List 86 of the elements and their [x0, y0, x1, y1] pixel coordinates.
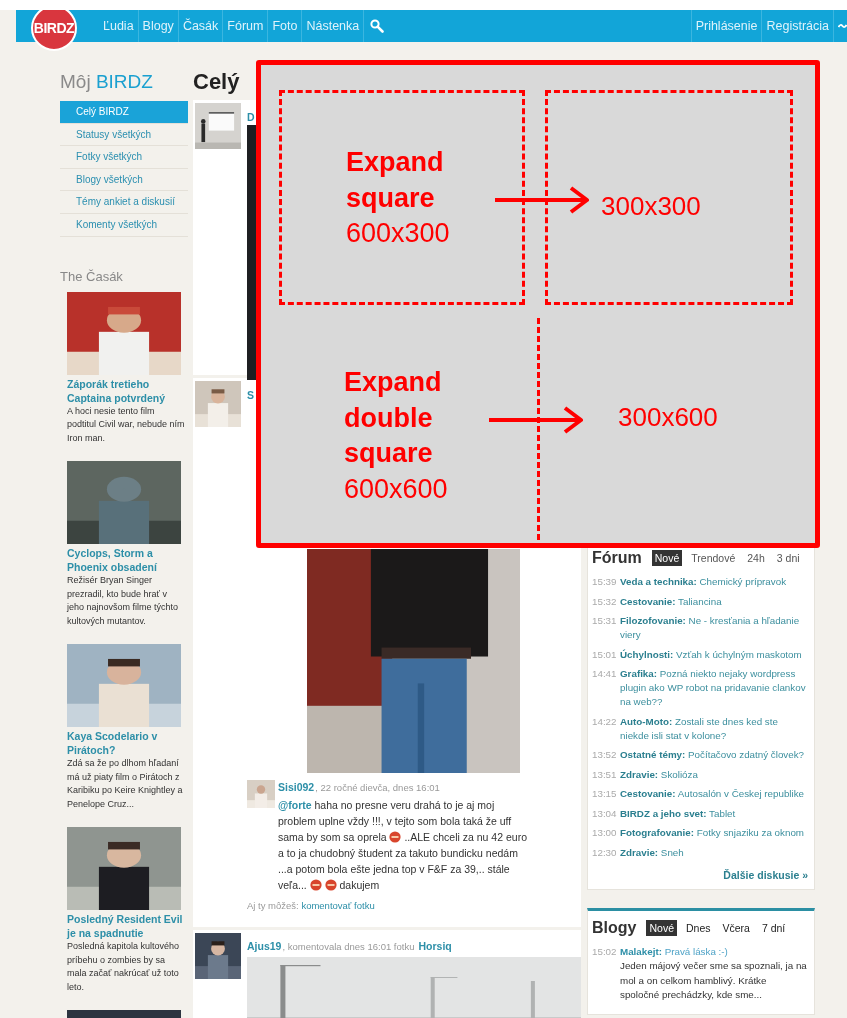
account-link[interactable]: Prihlásenie — [690, 10, 763, 42]
forum-topic-link[interactable]: Veda a technika: Chemický prípravok — [620, 575, 787, 589]
nav-link[interactable]: Fórum — [223, 10, 269, 42]
article-title[interactable]: Posledný Resident Evil je na spadnutie — [67, 912, 185, 941]
author-link[interactable]: D — [247, 110, 255, 124]
filter-tab[interactable]: Dnes — [682, 920, 714, 936]
author-link[interactable]: S — [247, 388, 254, 402]
filter-tab[interactable]: Nové — [651, 550, 683, 566]
annotation-text: Expand double square 600x600 — [344, 366, 449, 506]
annotation-text: Expand square 600x300 — [346, 146, 451, 250]
annotation-label: 300x600 — [618, 402, 718, 432]
mention-link[interactable]: @forte — [278, 799, 312, 811]
article-summary: Posledná kapitola kultového príbehu o zombies by sa mala začať nakrúcať už toto leto. — [67, 940, 181, 994]
filter-tab[interactable]: 7 dní — [758, 920, 789, 936]
forum-topic-link[interactable]: Zdravie: Skolióza — [620, 767, 698, 782]
emoji-icon — [389, 831, 402, 843]
panel-title: Blogy — [592, 919, 637, 937]
filter-tab[interactable]: Včera — [719, 920, 753, 936]
account-link[interactable]: Registrácia — [762, 10, 834, 42]
forum-topic-link[interactable]: Auto-Moto: Zostali ste dnes ked ste niekde isli stat v kolone? — [620, 714, 808, 743]
time-label: 15:32 — [592, 594, 616, 609]
time-label: 15:39 — [592, 575, 616, 589]
filter-tab[interactable]: 24h — [744, 550, 768, 566]
forum-topic-link[interactable]: BIRDZ a jeho svet: Tablet — [620, 806, 736, 821]
article-summary: Zdá sa že po dlhom hľadaní má už piaty film o Pirátoch z Karibiku po Keire Knightley a Penelope Cruz... — [67, 757, 184, 811]
forum-topic-link[interactable]: Filozofovanie: Ne - kresťania a hľadanie viery — [620, 614, 808, 642]
emoji-icon — [309, 879, 322, 891]
forum-topic-link[interactable]: Cestovanie: Autosalón v Českej republike — [620, 787, 805, 801]
filter-tab[interactable]: Trendové — [688, 550, 739, 566]
forum-topic-link[interactable]: Cestovanie: Taliancina — [620, 594, 722, 609]
sidebar-item[interactable]: Celý BIRDZ — [60, 101, 188, 124]
author-link[interactable]: Ajus19 — [247, 939, 282, 953]
activity-meta: , komentovala dnes 16:01 fotku — [282, 941, 415, 952]
sidebar-item[interactable]: Fotky všetkých — [60, 146, 188, 169]
author-link[interactable]: Sisi092 — [278, 780, 315, 794]
photo-owner-link[interactable]: Horsiq — [418, 939, 452, 953]
forum-topic-link[interactable]: Zdravie: Sneh — [620, 845, 684, 860]
blog-title-link[interactable]: Malakejt: Pravá láska :-) — [620, 946, 728, 957]
forum-topic-link[interactable]: Úchylnosti: Vzťah k úchylným maskotom — [620, 647, 802, 662]
filter-tab[interactable]: Nové — [646, 920, 677, 936]
time-label: 13:15 — [592, 787, 616, 801]
article-title[interactable]: Záporák tretieho Captaina potvrdený — [67, 376, 185, 405]
site-logo[interactable]: BIRDZ — [31, 10, 77, 51]
sidebar-title: Môj BIRDZ — [60, 70, 154, 94]
time-label: 13:52 — [592, 748, 616, 762]
time-label: 13:04 — [592, 806, 616, 821]
comment-meta: , 22 ročné dievča, dnes 16:01 — [315, 782, 440, 793]
arrow-icon — [487, 405, 585, 435]
article-summary: Režisér Bryan Singer prezradil, kto bude hrať v jeho najnovšom filme týchto kultových mutantov. — [67, 574, 180, 628]
prompt-label: Aj ty môžeš: — [247, 900, 299, 911]
time-label: 13:00 — [592, 826, 616, 840]
forum-topic-link[interactable]: Ostatné témy: Počítačovo zdatný človek? — [620, 748, 805, 762]
nav-link[interactable]: Časák — [178, 10, 224, 42]
time-label: 14:22 — [592, 714, 616, 729]
time-label: 15:31 — [592, 614, 616, 628]
sidebar-item[interactable]: Statusy všetkých — [60, 123, 188, 147]
wave-icon[interactable] — [838, 23, 847, 29]
article-title[interactable]: Kaya Scodelario v Pirátoch? — [67, 729, 185, 758]
annotation-label: 300x300 — [601, 191, 701, 221]
filter-tab[interactable]: 3 dni — [773, 550, 803, 566]
time-label: 12:30 — [592, 845, 616, 860]
article-title[interactable]: Cyclops, Storm a Phoenix obsadení — [67, 546, 185, 575]
arrow-icon — [493, 185, 591, 215]
comment-link[interactable]: komentovať fotku — [301, 900, 375, 911]
sidebar-item[interactable]: Blogy všetkých — [60, 168, 188, 192]
nav-link[interactable]: Ľudia — [99, 10, 139, 42]
time-label: 15:02 — [592, 945, 616, 959]
time-label: 15:01 — [592, 647, 616, 662]
emoji-icon — [324, 879, 337, 891]
article-summary: A hoci nesie tento film podtitul Civil war, nebude ním Iron man. — [67, 404, 185, 445]
more-discussions-link[interactable]: Ďalšie diskusie » — [723, 869, 808, 881]
blog-excerpt: Jeden májový večer sme sa spoznali, ja na mol a on celkom hamblivý. Krátke spoločné prechádzky, kde sme... — [620, 959, 808, 1002]
time-label: 13:51 — [592, 767, 616, 782]
sidebar-item[interactable]: Témy ankiet a diskusií — [60, 191, 188, 214]
nav-link[interactable]: Nástenka — [302, 10, 365, 42]
sidebar-item[interactable]: Komenty všetkých — [60, 213, 188, 237]
panel-title: Fórum — [592, 549, 642, 567]
page-title: Celý — [193, 70, 241, 94]
forum-topic-link[interactable]: Grafika: Pozná niekto nejaky wordpress plugin ako WP robot na pridavanie clankov na web?? — [620, 667, 808, 709]
forum-topic-link[interactable]: Fotografovanie: Fotky snjaziku za oknom — [620, 826, 805, 840]
nav-link[interactable]: Blogy — [138, 10, 179, 42]
search-icon — [370, 19, 385, 33]
section-title: The Časák — [60, 268, 124, 285]
comment-text: @forte haha no presne veru drahá to je aj moj problem uplne vždy !!!, v tejto som bola taká že uff sama by som sa oprela ..ALE chceli za nu 42 euro a to ja chudobný študent za takuto bundicku nedám ...a potom bola ešte jedna top v F&F za 39,.. stále veľa... dakujem — [278, 798, 528, 893]
nav-link[interactable]: Foto — [268, 10, 303, 42]
time-label: 14:41 — [592, 667, 616, 681]
